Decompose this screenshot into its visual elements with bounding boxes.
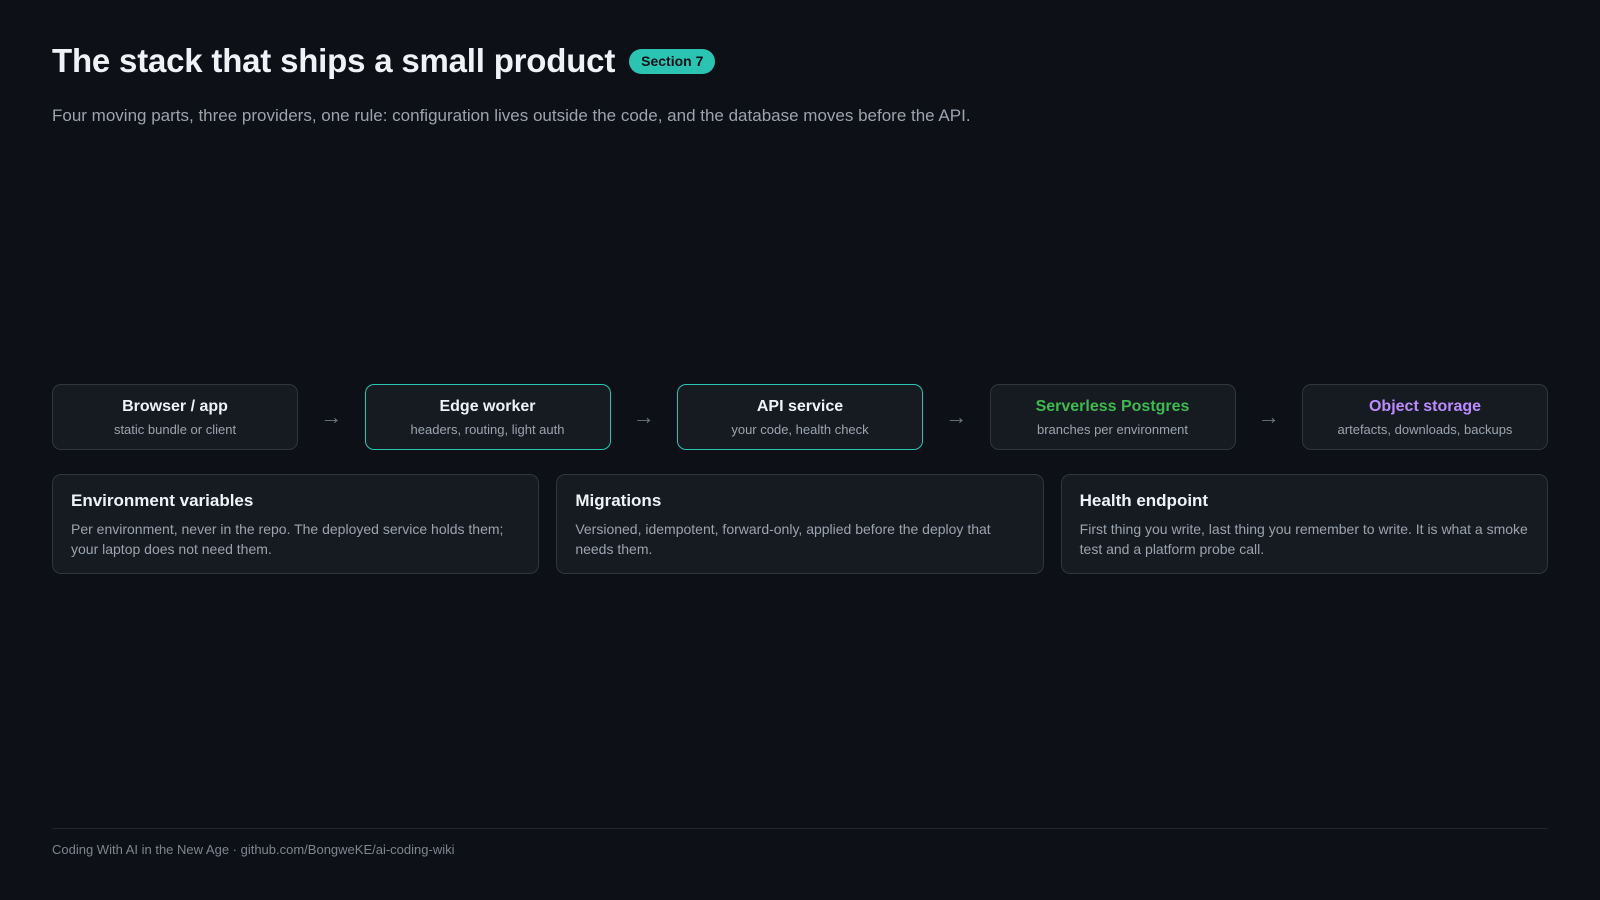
card-migrations: Migrations Versioned, idempotent, forwar… (556, 474, 1044, 574)
node-object-storage: Object storage artefacts, downloads, bac… (1302, 384, 1548, 450)
node-edge-worker: Edge worker headers, routing, light auth (364, 384, 611, 450)
info-cards: Environment variables Per environment, n… (52, 474, 1548, 574)
node-title: API service (756, 397, 844, 415)
arrow-right-icon: → (945, 404, 968, 429)
architecture-flow: Browser / app static bundle or client → … (52, 384, 1548, 450)
node-subtitle: artefacts, downloads, backups (1337, 421, 1513, 437)
arrow-right-icon: → (1257, 404, 1280, 429)
footer-divider (52, 828, 1548, 829)
arrow-right-icon: → (632, 404, 655, 429)
node-subtitle: headers, routing, light auth (410, 421, 565, 437)
node-title: Serverless Postgres (1035, 397, 1190, 415)
node-title: Edge worker (439, 397, 536, 415)
card-body: Versioned, idempotent, forward-only, app… (575, 521, 991, 557)
card-title: Environment variables (71, 491, 254, 510)
card-title: Health endpoint (1079, 491, 1209, 510)
title-row: The stack that ships a small product Sec… (52, 42, 716, 80)
card-body: First thing you write, last thing you re… (1079, 521, 1528, 557)
card-environment-variables: Environment variables Per environment, n… (52, 474, 540, 574)
card-health-endpoint: Health endpoint First thing you write, l… (1060, 474, 1548, 574)
node-title: Object storage (1368, 397, 1482, 415)
slide: The stack that ships a small product Sec… (0, 0, 1600, 900)
footer-text: Coding With AI in the New Age · github.c… (52, 842, 455, 857)
node-subtitle: branches per environment (1036, 421, 1189, 437)
node-subtitle: static bundle or client (113, 421, 237, 437)
card-body: Per environment, never in the repo. The … (71, 521, 504, 557)
node-serverless-postgres: Serverless Postgres branches per environ… (989, 384, 1236, 450)
node-api-service: API service your code, health check (677, 384, 923, 450)
card-title: Migrations (575, 491, 662, 510)
node-browser-app: Browser / app static bundle or client (52, 384, 298, 450)
node-title: Browser / app (122, 397, 228, 415)
section-badge: Section 7 (629, 48, 716, 74)
node-subtitle: your code, health check (731, 421, 869, 437)
page-subtitle: Four moving parts, three providers, one … (52, 106, 971, 125)
page-title: The stack that ships a small product (52, 42, 616, 79)
arrow-right-icon: → (320, 404, 343, 429)
